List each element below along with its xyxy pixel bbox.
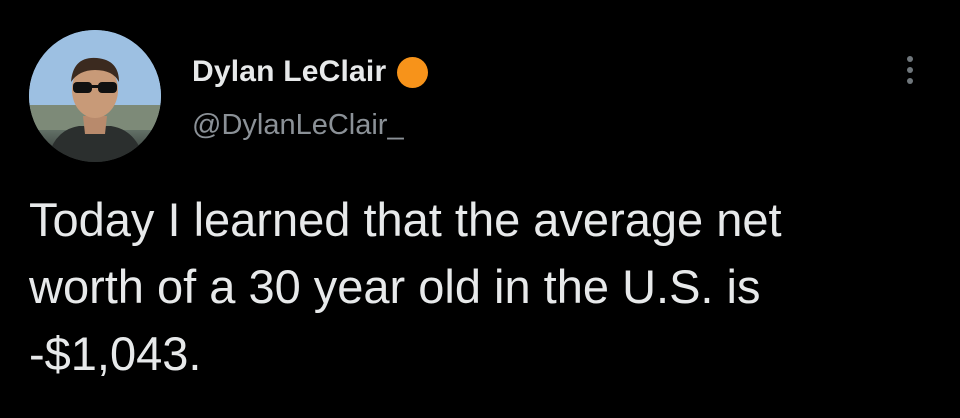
tweet-text-line: -$1,043.: [29, 327, 202, 380]
tweet-text: Today I learned that the average net wor…: [29, 186, 929, 387]
tweet-text-line: Today I learned that the average net: [29, 193, 782, 246]
author-name-row: Dylan LeClair: [192, 52, 429, 92]
author-handle[interactable]: @DylanLeClair_: [192, 109, 404, 142]
author-display-name[interactable]: Dylan LeClair: [192, 55, 386, 89]
avatar-photo-icon: [29, 30, 161, 162]
verified-badge-icon[interactable]: [397, 56, 429, 88]
tweet-text-line: worth of a 30 year old in the U.S. is: [29, 260, 761, 313]
more-options-icon[interactable]: [893, 48, 927, 92]
tweet-card: Dylan LeClair @DylanLeClair_ Today I lea…: [0, 0, 960, 418]
author-avatar[interactable]: [29, 30, 161, 162]
